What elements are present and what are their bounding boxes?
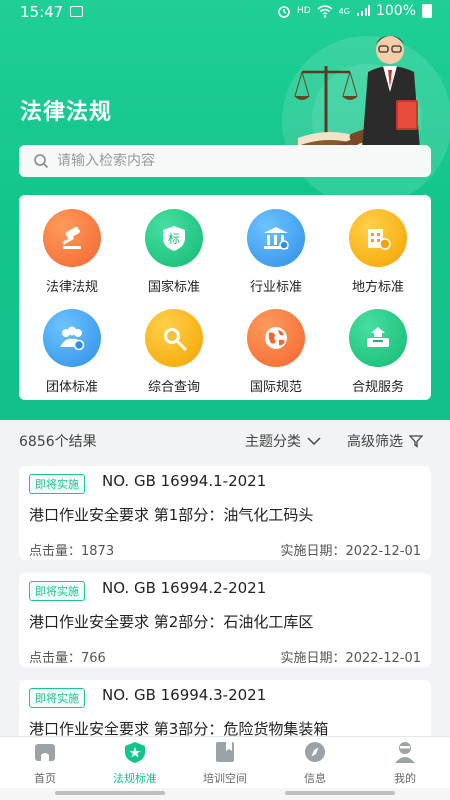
category-national-standard[interactable]: 标 国家标准 [129, 209, 219, 295]
battery-icon [422, 4, 432, 18]
advanced-filter-label: 高级筛选 [347, 434, 403, 450]
tab-label: 首页 [34, 772, 56, 785]
category-label: 团体标准 [45, 380, 98, 395]
tab-label: 信息 [304, 772, 326, 785]
advanced-filter-button[interactable]: 高级筛选 [347, 431, 423, 451]
status-badge: 即将实施 [29, 581, 85, 601]
category-label: 地方标准 [351, 280, 404, 295]
nav-indicator [285, 791, 395, 795]
tab-home[interactable]: 首页 [0, 741, 90, 786]
tab-label: 法规标准 [113, 772, 157, 785]
results-count: 6856个结果 [19, 434, 97, 450]
search-input[interactable] [57, 153, 397, 169]
topic-filter-label: 主题分类 [245, 434, 301, 450]
page-title: 法律法规 [20, 100, 113, 125]
gallery-icon [70, 6, 83, 17]
tab-label: 培训空间 [203, 772, 247, 785]
result-card[interactable]: 即将实施 NO. GB 16994.2-2021 港口作业安全要求 第2部分：石… [19, 573, 431, 667]
globe-icon [247, 309, 305, 367]
search-icon [34, 154, 49, 169]
signal-label: 4G [338, 6, 350, 16]
group-icon [43, 309, 101, 367]
signal-icon [356, 5, 370, 16]
alarm-icon [278, 6, 290, 18]
search-icon [145, 309, 203, 367]
category-label: 国家标准 [147, 280, 200, 295]
home-icon [35, 744, 55, 761]
tab-mine[interactable]: 我的 [360, 741, 450, 786]
standard-title: 港口作业安全要求 第2部分：石油化工库区 [29, 613, 314, 631]
click-count: 点击量：1873 [29, 544, 115, 559]
click-count: 点击量：766 [29, 651, 106, 666]
category-label: 合规服务 [351, 380, 404, 395]
tab-info[interactable]: 信息 [270, 741, 360, 786]
compass-icon [305, 742, 325, 762]
svg-text:标: 标 [168, 232, 180, 246]
category-comprehensive-search[interactable]: 综合查询 [129, 309, 219, 395]
category-industry-standard[interactable]: 行业标准 [231, 209, 321, 295]
user-icon [395, 742, 415, 763]
tab-training[interactable]: 培训空间 [180, 741, 270, 786]
effective-date: 实施日期：2022-12-01 [280, 651, 421, 666]
category-label: 行业标准 [249, 280, 302, 295]
standard-code: NO. GB 16994.3-2021 [102, 686, 267, 704]
category-local-standard[interactable]: 地方标准 [333, 209, 423, 295]
bottom-tab-bar: 首页 法规标准 培训空间 信息 我的 [0, 736, 450, 788]
filter-icon [409, 435, 423, 448]
shield-standard-icon: 标 [145, 209, 203, 267]
tab-label: 我的 [394, 772, 416, 785]
standard-code: NO. GB 16994.2-2021 [102, 579, 267, 597]
status-bar: 15:47 HD 4G 100% [0, 0, 450, 24]
standard-code: NO. GB 16994.1-2021 [102, 472, 267, 490]
nav-indicator [55, 791, 165, 795]
status-time: 15:47 [20, 3, 64, 21]
results-bar: 6856个结果 主题分类 高级筛选 [0, 424, 450, 456]
gavel-icon [43, 209, 101, 267]
category-label: 法律法规 [45, 280, 98, 295]
tab-regulations[interactable]: 法规标准 [90, 741, 180, 786]
standard-title: 港口作业安全要求 第1部分：油气化工码头 [29, 506, 314, 524]
status-badge: 即将实施 [29, 688, 85, 708]
topic-filter-button[interactable]: 主题分类 [245, 431, 321, 451]
institution-icon [247, 209, 305, 267]
search-bar[interactable] [19, 145, 431, 177]
category-compliance-service[interactable]: 合规服务 [333, 309, 423, 395]
effective-date: 实施日期：2022-12-01 [280, 544, 421, 559]
battery-percent: 100% [375, 3, 416, 19]
category-laws[interactable]: 法律法规 [27, 209, 117, 295]
star-shield-icon [125, 742, 145, 763]
category-label: 国际规范 [249, 380, 302, 395]
wifi-icon [317, 4, 333, 18]
category-grid: 法律法规 标 国家标准 行业标准 地方标准 团体标准 综合查询 国际规范 合规服… [19, 195, 431, 400]
category-label: 综合查询 [147, 380, 200, 395]
status-badge: 即将实施 [29, 474, 85, 494]
category-group-standard[interactable]: 团体标准 [27, 309, 117, 395]
status-icons: HD 4G 100% [277, 3, 432, 19]
network-hd-label: HD [296, 6, 311, 16]
bookmark-icon [216, 742, 234, 762]
building-icon [349, 209, 407, 267]
system-nav-bar [0, 788, 450, 800]
result-card[interactable]: 即将实施 NO. GB 16994.1-2021 港口作业安全要求 第1部分：油… [19, 466, 431, 560]
inbox-icon [349, 309, 407, 367]
chevron-down-icon [307, 437, 321, 446]
category-international[interactable]: 国际规范 [231, 309, 321, 395]
